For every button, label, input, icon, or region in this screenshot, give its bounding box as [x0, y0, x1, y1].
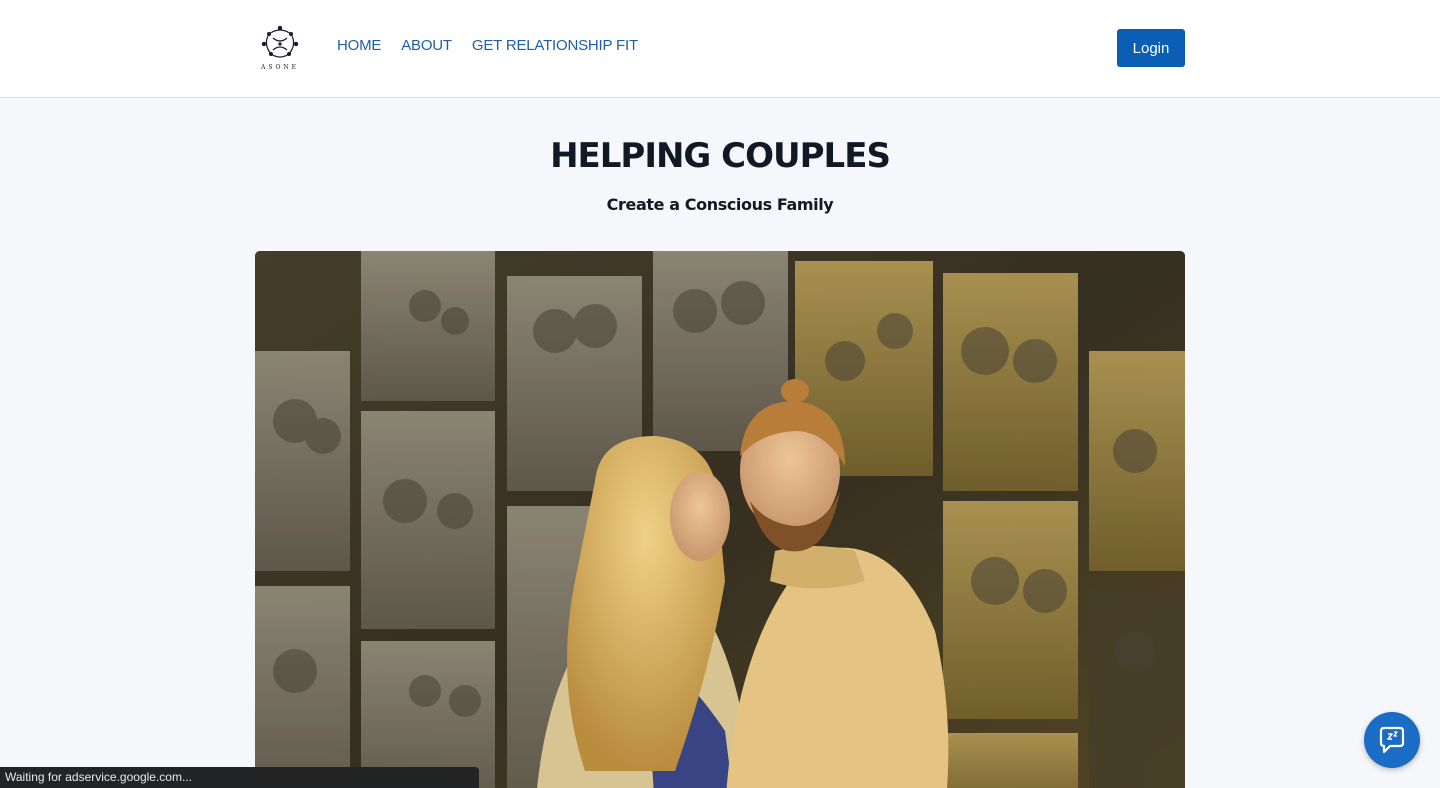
asone-logo[interactable]: ASONE: [255, 24, 305, 74]
nav-link-about[interactable]: ABOUT: [401, 36, 452, 56]
logo-text: ASONE: [261, 64, 299, 71]
login-button[interactable]: Login: [1117, 29, 1185, 67]
browser-status-bar: Waiting for adservice.google.com...: [0, 767, 479, 788]
nav-link-get-relationship-fit[interactable]: GET RELATIONSHIP FIT: [472, 36, 638, 56]
hero-title: HELPING COUPLES: [550, 136, 891, 176]
top-navbar: ASONE HOME ABOUT GET RELATIONSHIP FIT Lo…: [0, 0, 1440, 98]
hero-subtitle: Create a Conscious Family: [606, 195, 834, 214]
chat-bubble-icon: [1379, 726, 1405, 754]
couple-collage-photo: [255, 251, 1185, 788]
nav-link-home[interactable]: HOME: [337, 36, 381, 56]
logo-icon: [261, 25, 299, 58]
hero-image: [255, 251, 1185, 788]
chat-button[interactable]: [1364, 712, 1420, 768]
main-nav: HOME ABOUT GET RELATIONSHIP FIT: [337, 36, 638, 56]
